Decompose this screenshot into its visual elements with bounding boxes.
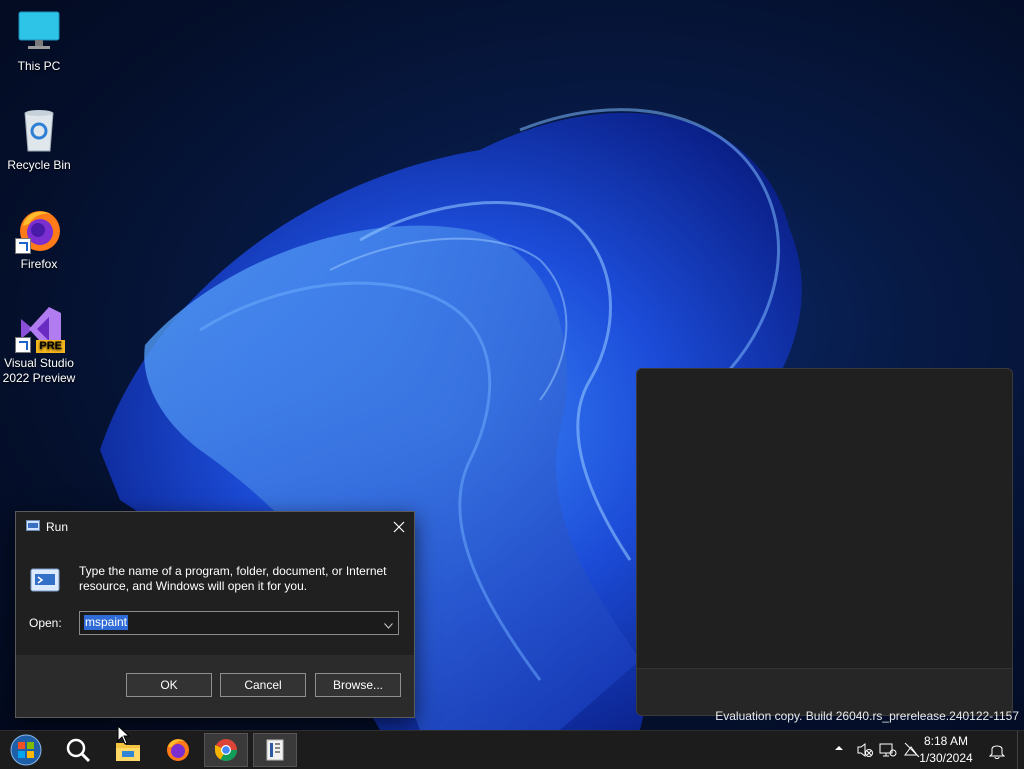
- show-desktop-button[interactable]: [1017, 731, 1024, 769]
- taskbar-chrome[interactable]: [204, 733, 248, 767]
- clock-time: 8:18 AM: [923, 734, 969, 748]
- desktop-icon-label: This PC: [17, 59, 61, 73]
- taskbar-firefox[interactable]: [156, 733, 200, 767]
- run-app-icon: [266, 739, 284, 761]
- recycle-bin-icon: [15, 107, 63, 155]
- taskbar-run[interactable]: [253, 733, 297, 767]
- speaker-muted-icon[interactable]: [856, 741, 874, 759]
- mouse-cursor-icon: [117, 724, 131, 750]
- flyout-footer: [637, 668, 1012, 715]
- monitor-icon: [15, 8, 63, 56]
- cancel-button[interactable]: Cancel: [220, 673, 306, 697]
- chevron-up-icon[interactable]: [832, 741, 850, 759]
- browse-button[interactable]: Browse...: [315, 673, 401, 697]
- network-icon[interactable]: [879, 741, 897, 759]
- shortcut-arrow-icon: [15, 238, 31, 254]
- clock[interactable]: 8:18 AM 1/30/2024: [916, 733, 976, 767]
- search-icon: [66, 738, 91, 763]
- close-icon[interactable]: [388, 516, 410, 538]
- open-combobox[interactable]: mspaint: [79, 611, 399, 635]
- ok-button[interactable]: OK: [126, 673, 212, 697]
- blank-flyout-panel: [636, 368, 1013, 716]
- desktop-icon-label: Visual Studio 2022 Preview: [2, 356, 76, 385]
- open-input-value[interactable]: mspaint: [84, 615, 129, 630]
- desktop-icon-firefox[interactable]: Firefox: [1, 206, 77, 272]
- preview-badge: PRE: [36, 340, 65, 353]
- evaluation-watermark: Evaluation copy. Build 26040.rs_prerelea…: [715, 709, 1019, 723]
- run-dialog: Run Type the name of a program, folder, …: [15, 511, 415, 718]
- clock-date: 1/30/2024: [919, 751, 973, 765]
- firefox-icon: [167, 739, 189, 761]
- run-dialog-title: Run: [46, 520, 69, 534]
- taskbar: 8:18 AM 1/30/2024: [0, 730, 1024, 769]
- start-button[interactable]: [4, 733, 48, 767]
- search-button[interactable]: [56, 733, 100, 767]
- shortcut-arrow-icon: [15, 337, 31, 353]
- desktop-icon-this-pc[interactable]: This PC: [1, 8, 77, 74]
- chrome-icon: [215, 739, 237, 761]
- firefox-icon: [15, 206, 63, 254]
- desktop-icon-label: Firefox: [20, 257, 58, 271]
- open-label: Open:: [29, 616, 62, 630]
- desktop-icon-visual-studio[interactable]: PRE Visual Studio 2022 Preview: [1, 305, 77, 386]
- desktop-icon-recycle-bin[interactable]: Recycle Bin: [1, 107, 77, 173]
- visual-studio-icon: PRE: [15, 305, 65, 353]
- run-program-icon: [30, 568, 60, 592]
- desktop-icon-label: Recycle Bin: [7, 158, 71, 172]
- notification-bell-icon[interactable]: [988, 741, 1007, 759]
- chevron-down-icon[interactable]: [384, 618, 393, 629]
- run-description: Type the name of a program, folder, docu…: [79, 564, 387, 593]
- run-icon: [26, 520, 40, 531]
- run-dialog-titlebar[interactable]: Run: [16, 512, 414, 542]
- start-orb-icon: [10, 734, 42, 766]
